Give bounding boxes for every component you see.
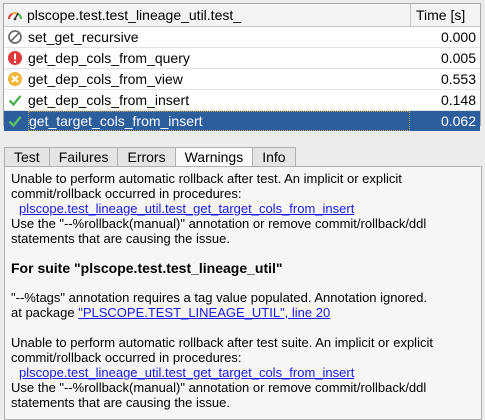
table-header: plscope.test.test_lineage_util.test_ Tim… xyxy=(4,4,480,27)
warning-location: at package "PLSCOPE.TEST_LINEAGE_UTIL", … xyxy=(11,305,331,320)
warning-text: "--%tags" annotation requires a tag valu… xyxy=(11,290,428,305)
success-icon xyxy=(8,116,22,128)
detail-tabs: Test Failures Errors Warnings Info xyxy=(4,147,296,167)
warning-text: Unable to perform automatic rollback aft… xyxy=(11,171,402,186)
test-name: get_target_cols_from_insert xyxy=(28,111,410,131)
tab-test[interactable]: Test xyxy=(4,147,49,167)
error-icon xyxy=(8,51,22,65)
tab-errors[interactable]: Errors xyxy=(117,147,175,167)
test-time: 0.005 xyxy=(440,50,476,66)
table-row[interactable]: set_get_recursive 0.000 xyxy=(4,27,480,48)
warning-text: statements that are causing the issue. xyxy=(11,231,230,246)
test-time: 0.000 xyxy=(440,29,476,45)
tab-warnings[interactable]: Warnings xyxy=(174,147,253,167)
test-name: get_dep_cols_from_query xyxy=(28,50,190,66)
warning-text: Use the "--%rollback(manual)" annotation… xyxy=(11,216,427,231)
table-row[interactable]: get_dep_cols_from_view 0.553 xyxy=(4,69,480,90)
skipped-icon xyxy=(8,30,22,44)
table-row[interactable]: get_dep_cols_from_insert 0.148 xyxy=(4,90,480,111)
warning-text: commit/rollback occurred in procedures: xyxy=(11,186,242,201)
warning-text: statements that are causing the issue. xyxy=(11,395,230,410)
procedure-link[interactable]: plscope.test_lineage_util.test_get_targe… xyxy=(11,201,475,216)
test-time: 0.148 xyxy=(440,92,476,108)
test-results-table: plscope.test.test_lineage_util.test_ Tim… xyxy=(3,3,481,131)
test-name: get_dep_cols_from_insert xyxy=(28,92,190,108)
tab-failures[interactable]: Failures xyxy=(48,147,118,167)
suite-heading: For suite "plscope.test.test_lineage_uti… xyxy=(11,260,283,276)
warning-text: Unable to perform automatic rollback aft… xyxy=(11,335,433,350)
warning-text: commit/rollback occurred in procedures: xyxy=(11,350,242,365)
column-header-name[interactable]: plscope.test.test_lineage_util.test_ xyxy=(4,4,411,26)
test-time: 0.553 xyxy=(440,71,476,87)
table-row[interactable]: get_dep_cols_from_query 0.005 xyxy=(4,48,480,69)
gauge-icon xyxy=(8,12,22,21)
warning-text: Use the "--%rollback(manual)" annotation… xyxy=(11,380,427,395)
procedure-link[interactable]: plscope.test_lineage_util.test_get_targe… xyxy=(11,365,475,380)
header-name-label: plscope.test.test_lineage_util.test_ xyxy=(27,7,242,23)
test-name: set_get_recursive xyxy=(28,29,139,45)
package-line-link[interactable]: "PLSCOPE.TEST_LINEAGE_UTIL", line 20 xyxy=(78,305,330,320)
failure-icon xyxy=(8,72,22,86)
tab-info[interactable]: Info xyxy=(252,147,296,167)
test-time: 0.062 xyxy=(440,113,476,129)
test-name: get_dep_cols_from_view xyxy=(28,71,183,87)
warnings-panel[interactable]: Unable to perform automatic rollback aft… xyxy=(4,166,482,420)
column-header-time[interactable]: Time [s] xyxy=(411,4,480,26)
success-icon xyxy=(8,95,22,107)
table-row-selected[interactable]: get_target_cols_from_insert 0.062 xyxy=(4,111,480,131)
